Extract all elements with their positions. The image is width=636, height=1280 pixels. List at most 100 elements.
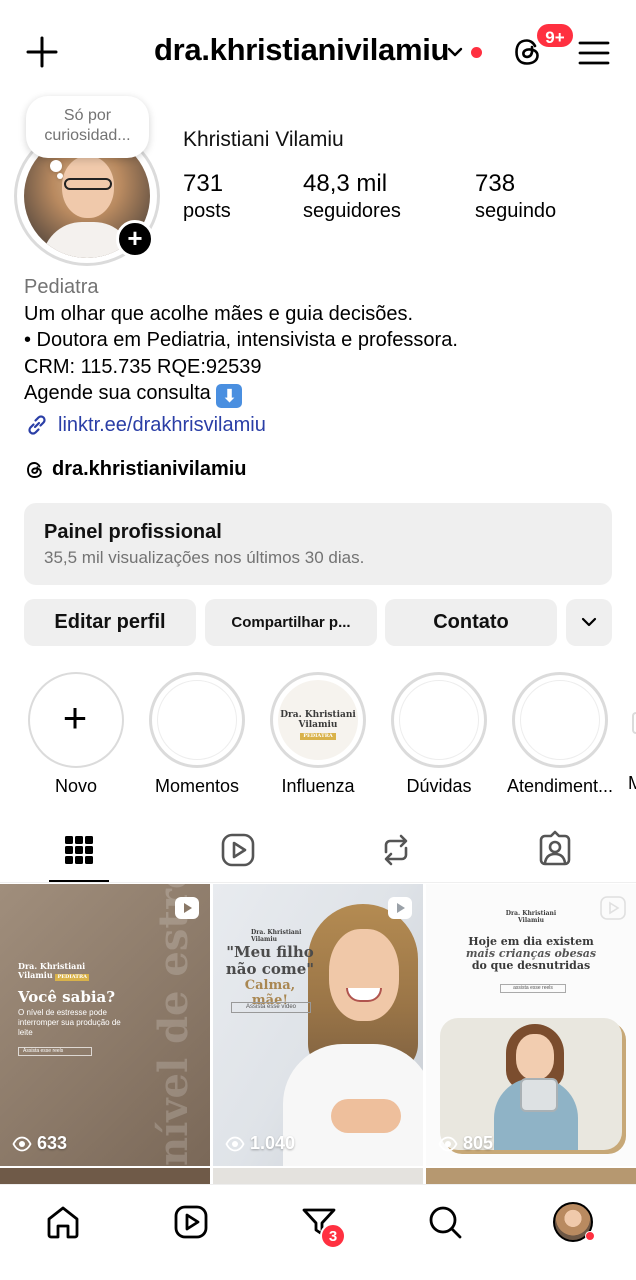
reels-icon[interactable] (218, 830, 258, 870)
post-brand: Dra. Khristiani Vilamiu (251, 929, 301, 943)
brand-tag: PEDIATRA (55, 974, 90, 981)
highlight-atendimento[interactable]: Atendiment... (507, 672, 613, 797)
highlight-duvidas[interactable]: Dúvidas (391, 672, 487, 797)
activity-badge: 3 (320, 1223, 346, 1249)
eye-icon (438, 1136, 458, 1151)
top-bar: dra.khristianivilamiu 9+ (0, 0, 636, 100)
reposts-icon[interactable] (376, 830, 416, 870)
threads-icon (27, 461, 42, 478)
eye-icon (12, 1136, 32, 1151)
menu-icon[interactable] (577, 36, 611, 70)
suggestions-toggle-button[interactable] (566, 599, 612, 646)
unread-dot (471, 47, 482, 58)
note-bubble-tail (50, 160, 62, 172)
brand-text: Vilamiu (18, 970, 53, 980)
divider (0, 882, 636, 883)
stat-following[interactable]: 738 seguindo (475, 170, 556, 223)
post-watermark-text: nível de estresse (150, 884, 197, 1166)
link-icon (28, 415, 46, 435)
note-bubble-tail-small (57, 173, 63, 179)
view-count: 633 (12, 1133, 67, 1154)
add-story-icon[interactable]: + (116, 220, 154, 258)
highlight-momentos[interactable]: Momentos (149, 672, 245, 797)
view-count-value: 633 (37, 1133, 68, 1153)
professional-dashboard[interactable]: Painel profissional 35,5 mil visualizaçõ… (24, 503, 612, 585)
stat-label: seguindo (475, 200, 557, 222)
stat-value: 731 (183, 170, 224, 197)
reel-icon (600, 896, 626, 920)
post-cta: Assista esse reels (18, 1047, 92, 1056)
home-icon[interactable] (44, 1203, 82, 1241)
post-photo (440, 1018, 622, 1150)
full-name: Khristiani Vilamiu (183, 128, 344, 151)
stat-value: 48,3 mil (303, 170, 388, 197)
highlight-circle-partial[interactable] (632, 712, 636, 734)
stat-value: 738 (475, 170, 516, 197)
stat-label: seguidores (303, 200, 401, 222)
bio: Pediatra Um olhar que acolhe mães e guia… (24, 274, 624, 408)
threads-profile-link[interactable]: dra.khristianivilamiu (24, 458, 247, 481)
highlight-label: Dúvidas (406, 776, 472, 796)
logo-text: Vilamiu (298, 720, 338, 730)
note-bubble[interactable]: Só por curiosidad... (26, 96, 149, 158)
view-count: 805 (438, 1133, 493, 1154)
contact-button[interactable]: Contato (385, 599, 557, 646)
highlight-label: M (628, 773, 636, 793)
post-cta: assista esse reels (500, 984, 566, 993)
category-label: Pediatra (24, 276, 99, 298)
stat-posts[interactable]: 731 posts (183, 170, 231, 223)
headline-text: do que desnutridas (471, 959, 591, 972)
bio-link-text[interactable]: linktr.ee/drakhrisvilamiu (58, 414, 266, 437)
view-count: 1.040 (225, 1133, 295, 1154)
post-thumbnail[interactable]: nível de estresse Dra. Khristiani Vilami… (0, 884, 210, 1166)
post-brand: Dra. Khristiani Vilamiu PEDIATRA (18, 962, 90, 981)
post-thumbnail[interactable]: Dra. Khristiani Vilamiu Hoje em dia exis… (426, 884, 636, 1166)
stat-followers[interactable]: 48,3 mil seguidores (303, 170, 401, 223)
bottom-nav: 3 (0, 1184, 636, 1280)
brand-text: Vilamiu (251, 936, 277, 943)
chevron-down-icon (581, 617, 597, 627)
plus-icon[interactable] (22, 32, 62, 72)
eye-icon (225, 1136, 245, 1151)
highlight-label: Novo (54, 776, 98, 796)
reels-icon[interactable] (172, 1203, 210, 1241)
post-headline: "Meu filho não come" (225, 943, 315, 978)
bio-text: Agende sua consulta (24, 382, 211, 404)
bio-line: • Doutora em Pediatria, intensivista e p… (24, 329, 458, 351)
edit-profile-button[interactable]: Editar perfil (24, 599, 196, 646)
notifications-badge: 9+ (535, 22, 575, 49)
plus-icon: + (62, 694, 88, 741)
highlight-circle (391, 672, 487, 768)
grid-icon[interactable] (59, 830, 99, 870)
share-profile-button[interactable]: Compartilhar p... (205, 599, 377, 646)
view-count-value: 805 (463, 1133, 494, 1153)
highlight-new[interactable]: + Novo (28, 672, 124, 797)
bio-line: Um olhar que acolhe mães e guia decisões… (24, 302, 414, 325)
bio-line: CRM: 115.735 RQE:92539 (24, 355, 262, 378)
logo-tag: PEDIATRA (300, 733, 336, 740)
bio-line: Agende sua consulta ⬇ (24, 380, 624, 408)
post-headline: Você sabia? (18, 988, 116, 1006)
chevron-down-icon[interactable] (445, 42, 465, 62)
note-text: Só por curiosidad... (44, 107, 131, 144)
highlight-circle (512, 672, 608, 768)
post-cta: Assista esse vídeo (231, 1002, 311, 1013)
highlight-label: Atendiment... (506, 776, 614, 796)
bio-link[interactable]: linktr.ee/drakhrisvilamiu (24, 412, 266, 438)
view-count-value: 1.040 (250, 1133, 296, 1153)
search-icon[interactable] (426, 1203, 464, 1241)
highlight-circle: Dra. Khristiani Vilamiu PEDIATRA (270, 672, 366, 768)
tagged-icon[interactable] (535, 830, 575, 870)
unread-dot (585, 1231, 595, 1241)
brand-logo: Dra. Khristiani Vilamiu PEDIATRA (278, 680, 358, 760)
brand-text: Dra. Khristiani (251, 929, 302, 936)
highlight-circle (149, 672, 245, 768)
down-arrow-emoji-icon: ⬇ (216, 384, 243, 408)
username-switcher[interactable]: dra.khristianivilamiu (154, 32, 450, 68)
highlight-influenza[interactable]: Dra. Khristiani Vilamiu PEDIATRA Influen… (270, 672, 366, 797)
dashboard-subtitle: 35,5 mil visualizações nos últimos 30 di… (44, 548, 365, 567)
logo-text: Dra. Khristiani (280, 710, 356, 720)
reel-icon (175, 897, 199, 919)
post-thumbnail[interactable]: Dra. Khristiani Vilamiu "Meu filho não c… (213, 884, 423, 1166)
highlight-label: Momentos (154, 776, 240, 796)
